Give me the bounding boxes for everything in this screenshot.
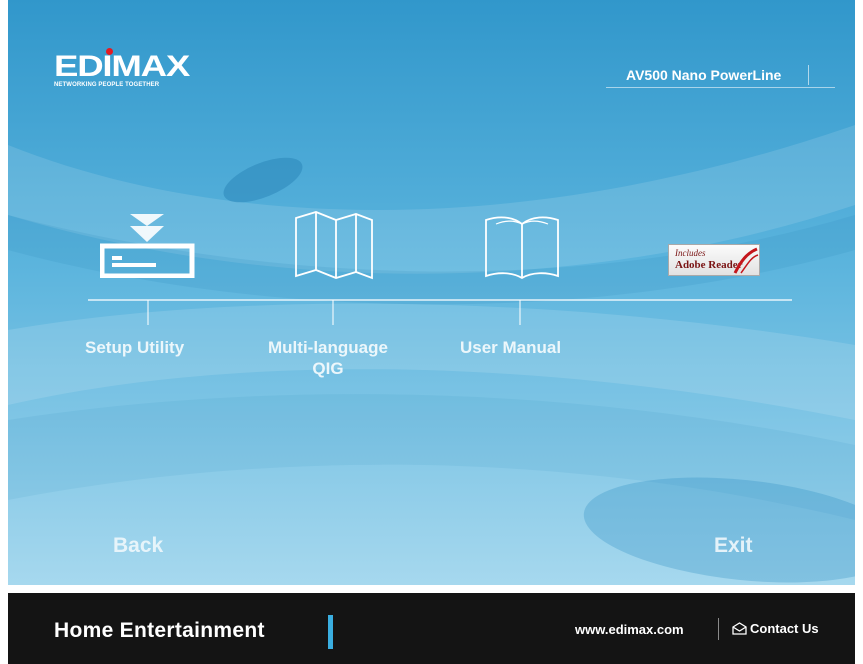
footer-divider (718, 618, 719, 640)
envelope-icon (732, 622, 747, 635)
user-manual-link[interactable]: User Manual (460, 337, 561, 358)
setup-utility-link[interactable]: Setup Utility (85, 337, 184, 358)
contact-us-link[interactable]: Contact Us (732, 621, 819, 636)
footer-bar: Home Entertainment www.edimax.com Contac… (8, 593, 855, 664)
footer-title: Home Entertainment (54, 619, 265, 642)
adobe-reader-badge[interactable]: Includes Adobe Reader (668, 244, 760, 276)
footer-accent-bar (328, 615, 333, 649)
open-book-icon[interactable] (482, 212, 562, 280)
product-divider (808, 65, 809, 85)
folded-map-icon[interactable] (292, 210, 374, 280)
product-underline (606, 87, 835, 88)
exit-button[interactable]: Exit (714, 534, 753, 558)
adobe-includes-text: Includes (675, 248, 706, 258)
adobe-swirl-icon (733, 247, 759, 274)
website-link[interactable]: www.edimax.com (575, 622, 684, 637)
product-name: AV500 Nano PowerLine (626, 67, 782, 83)
back-button[interactable]: Back (113, 534, 163, 558)
edimax-logo: EDIMAX (54, 50, 190, 83)
multi-language-qig-link[interactable]: Multi-language QIG (248, 337, 408, 379)
contact-us-label: Contact Us (750, 621, 819, 636)
logo-tagline: NETWORKING PEOPLE TOGETHER (54, 82, 160, 88)
main-panel: EDIMAX NETWORKING PEOPLE TOGETHER AV500 … (8, 0, 855, 585)
install-drive-icon[interactable] (100, 212, 196, 278)
logo-dot (106, 48, 113, 55)
